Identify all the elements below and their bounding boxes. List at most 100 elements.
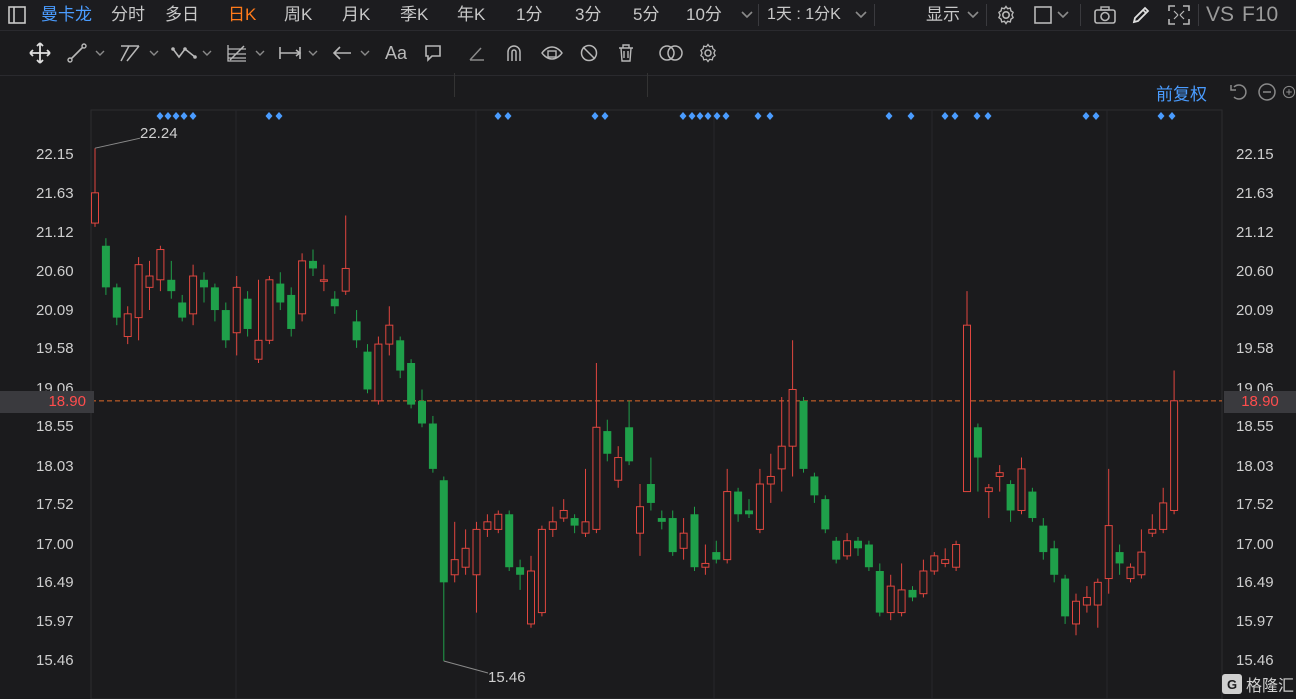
candle-body <box>298 260 307 315</box>
chevron-down-icon[interactable] <box>93 47 107 59</box>
kline-chart[interactable] <box>0 76 1296 699</box>
candle-body <box>407 362 416 405</box>
pencil-icon[interactable] <box>1130 4 1152 26</box>
candle-body <box>690 514 699 568</box>
divider <box>1198 4 1199 26</box>
overlay-icon[interactable] <box>658 43 684 63</box>
high-price-label: 22.24 <box>140 125 178 142</box>
candle-body <box>875 570 884 613</box>
candle-body <box>886 585 895 614</box>
polyline-icon[interactable] <box>171 43 197 63</box>
display-menu[interactable]: 显示 <box>926 0 960 30</box>
move-icon[interactable] <box>28 41 52 65</box>
magnet-icon[interactable] <box>503 43 525 63</box>
candle-body <box>864 544 873 568</box>
candle-body <box>1170 400 1179 511</box>
fibonacci-icon[interactable] <box>225 43 249 63</box>
sidebar-toggle-icon[interactable] <box>7 5 27 25</box>
tab-monthly-k[interactable]: 月K <box>342 0 370 30</box>
event-marker-icon <box>164 112 172 120</box>
candle-body <box>930 555 939 572</box>
candle-body <box>843 540 852 557</box>
gear-icon[interactable] <box>697 43 719 63</box>
tab-10min[interactable]: 10分 <box>686 0 722 30</box>
candle-body <box>1006 484 1015 511</box>
zoom-in-icon[interactable] <box>1282 82 1296 102</box>
chevron-down-icon[interactable] <box>306 47 320 59</box>
chevron-down-icon[interactable] <box>854 6 868 24</box>
stock-name[interactable]: 曼卡龙 <box>41 0 92 30</box>
tab-yearly-k[interactable]: 年K <box>457 0 485 30</box>
f10-button[interactable]: F10 <box>1242 0 1278 30</box>
text-tool-icon[interactable]: Aa <box>382 41 410 65</box>
divider <box>758 4 759 26</box>
zoom-out-icon[interactable] <box>1256 82 1278 102</box>
event-marker-icon <box>722 112 730 120</box>
candle-body <box>559 509 568 519</box>
event-marker-icon <box>591 112 599 120</box>
kline-svg[interactable] <box>0 76 1296 699</box>
fullscreen-icon[interactable] <box>1167 4 1191 26</box>
candle-body <box>232 286 241 334</box>
candle-body <box>603 431 612 454</box>
chevron-down-icon[interactable] <box>1056 6 1070 24</box>
tab-fenshi[interactable]: 分时 <box>111 0 145 30</box>
price-tick-label: 22.15 <box>36 146 74 163</box>
hide-icon[interactable] <box>578 43 600 63</box>
chevron-down-icon[interactable] <box>200 47 214 59</box>
tab-5min[interactable]: 5分 <box>633 0 659 30</box>
channel-icon[interactable] <box>118 43 142 63</box>
chevron-down-icon[interactable] <box>966 6 980 24</box>
angle-icon[interactable] <box>466 43 488 63</box>
candle-body <box>854 540 862 549</box>
period-combo[interactable]: 1天 : 1分K <box>767 0 841 30</box>
gear-icon[interactable] <box>995 4 1017 26</box>
event-marker-icon <box>696 112 704 120</box>
price-tick-label: 17.00 <box>36 535 74 553</box>
vs-button[interactable]: VS <box>1206 0 1234 30</box>
candle-body <box>516 567 525 575</box>
candle-body <box>984 487 993 493</box>
chevron-down-icon[interactable] <box>147 47 161 59</box>
event-marker-icon <box>1168 112 1176 120</box>
current-price-badge-right: 18.90 <box>1224 391 1296 413</box>
price-tick-label: 16.49 <box>36 574 74 592</box>
price-tick-label: 20.09 <box>36 301 74 319</box>
measure-icon[interactable] <box>278 43 302 63</box>
price-tick-label: 18.03 <box>1236 457 1274 475</box>
candle-body <box>385 324 394 345</box>
candle-body <box>1072 600 1080 625</box>
price-tick-label: 21.12 <box>36 223 74 241</box>
top-bar: 曼卡龙 分时 多日 日K 周K 月K 季K 年K 1分 3分 5分 10分 1天… <box>0 0 1296 31</box>
price-tick-label: 18.55 <box>1236 418 1274 436</box>
watermark-text: 格隆汇 <box>1246 678 1295 695</box>
tab-daily-k[interactable]: 日K <box>228 0 256 30</box>
tab-1min[interactable]: 1分 <box>516 0 542 30</box>
tab-multiday[interactable]: 多日 <box>165 0 199 30</box>
trash-icon[interactable] <box>615 43 637 63</box>
arrow-left-icon[interactable] <box>331 43 353 63</box>
candle-body <box>319 279 328 282</box>
comment-icon[interactable] <box>422 43 444 63</box>
price-tick-label: 21.63 <box>36 185 74 203</box>
line-segment-icon[interactable] <box>66 43 88 63</box>
candle-body <box>777 445 786 470</box>
camera-icon[interactable] <box>1093 4 1117 26</box>
candle-body <box>1050 548 1059 575</box>
chevron-down-icon[interactable] <box>253 47 267 59</box>
square-icon[interactable] <box>1032 4 1054 26</box>
price-tick-label: 19.58 <box>1236 340 1274 358</box>
adjust-mode-button[interactable]: 前复权 <box>1156 80 1207 105</box>
chevron-down-icon[interactable] <box>740 6 754 24</box>
tab-quarterly-k[interactable]: 季K <box>400 0 428 30</box>
event-marker-icon <box>679 112 687 120</box>
chevron-down-icon[interactable] <box>358 47 372 59</box>
tab-weekly-k[interactable]: 周K <box>284 0 312 30</box>
tab-3min[interactable]: 3分 <box>575 0 601 30</box>
candle-body <box>363 351 372 390</box>
event-marker-icon <box>1082 112 1090 120</box>
event-marker-icon <box>984 112 992 120</box>
eye-lock-icon[interactable] <box>539 43 565 63</box>
current-price-badge-left: 18.90 <box>0 391 94 413</box>
undo-icon[interactable] <box>1228 82 1250 102</box>
